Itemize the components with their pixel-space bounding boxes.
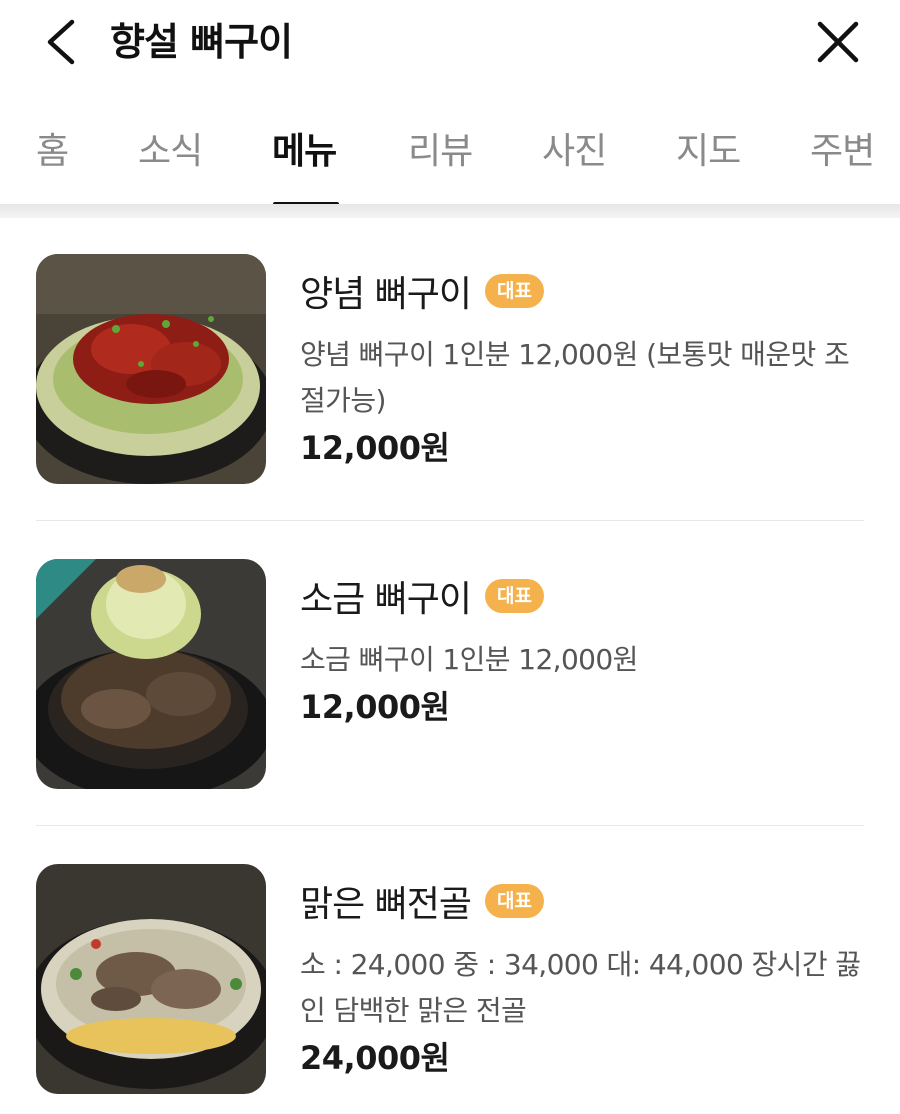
divider [36, 520, 864, 521]
tab-news[interactable]: 소식 [138, 128, 203, 176]
top-bar: 향설 뼈구이 [0, 0, 900, 88]
menu-item-photo-salt-bone-grill[interactable] [36, 559, 266, 789]
menu-item-info: 소금 뼈구이 대표 소금 뼈구이 1인분 12,000원 12,000원 [300, 571, 870, 731]
tab-map[interactable]: 지도 [676, 128, 741, 176]
tab-reviews[interactable]: 리뷰 [408, 128, 473, 176]
menu-item-info: 맑은 뼈전골 대표 소 : 24,000 중 : 34,000 대: 44,00… [300, 876, 870, 1082]
menu-item[interactable]: 양념 뼈구이 대표 양념 뼈구이 1인분 12,000원 (보통맛 매운맛 조절… [0, 254, 900, 554]
menu-item[interactable]: 맑은 뼈전골 대표 소 : 24,000 중 : 34,000 대: 44,00… [0, 864, 900, 1114]
menu-item-description: 양념 뼈구이 1인분 12,000원 (보통맛 매운맛 조절가능) [300, 338, 850, 417]
tab-bar-shadow [0, 204, 900, 218]
menu-item-price: 12,000원 [300, 688, 450, 726]
signature-badge: 대표 [485, 884, 545, 918]
signature-badge: 대표 [485, 274, 545, 308]
tab-bar: 홈 소식 메뉴 리뷰 사진 지도 주변 [0, 108, 900, 208]
close-icon [817, 21, 859, 63]
divider [36, 825, 864, 826]
menu-item-price: 24,000원 [300, 1039, 450, 1077]
menu-item-description: 소금 뼈구이 1인분 12,000원 [300, 643, 638, 676]
menu-item-info: 양념 뼈구이 대표 양념 뼈구이 1인분 12,000원 (보통맛 매운맛 조절… [300, 266, 870, 472]
menu-item-description: 소 : 24,000 중 : 34,000 대: 44,000 장시간 끓인 담… [300, 948, 861, 1027]
menu-item-price: 12,000원 [300, 429, 450, 467]
page-title: 향설 뼈구이 [110, 20, 293, 64]
tab-menu[interactable]: 메뉴 [272, 128, 337, 176]
close-button[interactable] [810, 14, 866, 70]
menu-item[interactable]: 소금 뼈구이 대표 소금 뼈구이 1인분 12,000원 12,000원 [0, 559, 900, 859]
tab-nearby[interactable]: 주변 [810, 128, 875, 176]
menu-item-name: 맑은 뼈전골 [300, 884, 472, 925]
tab-home[interactable]: 홈 [36, 128, 69, 176]
menu-item-photo-clear-bone-hotpot[interactable] [36, 864, 266, 1094]
back-button[interactable] [40, 16, 90, 68]
tab-photos[interactable]: 사진 [542, 128, 607, 176]
menu-item-photo-spicy-bone-grill[interactable] [36, 254, 266, 484]
menu-item-name: 양념 뼈구이 [300, 274, 472, 315]
menu-item-name: 소금 뼈구이 [300, 579, 472, 620]
signature-badge: 대표 [485, 579, 545, 613]
chevron-left-icon [47, 19, 75, 65]
